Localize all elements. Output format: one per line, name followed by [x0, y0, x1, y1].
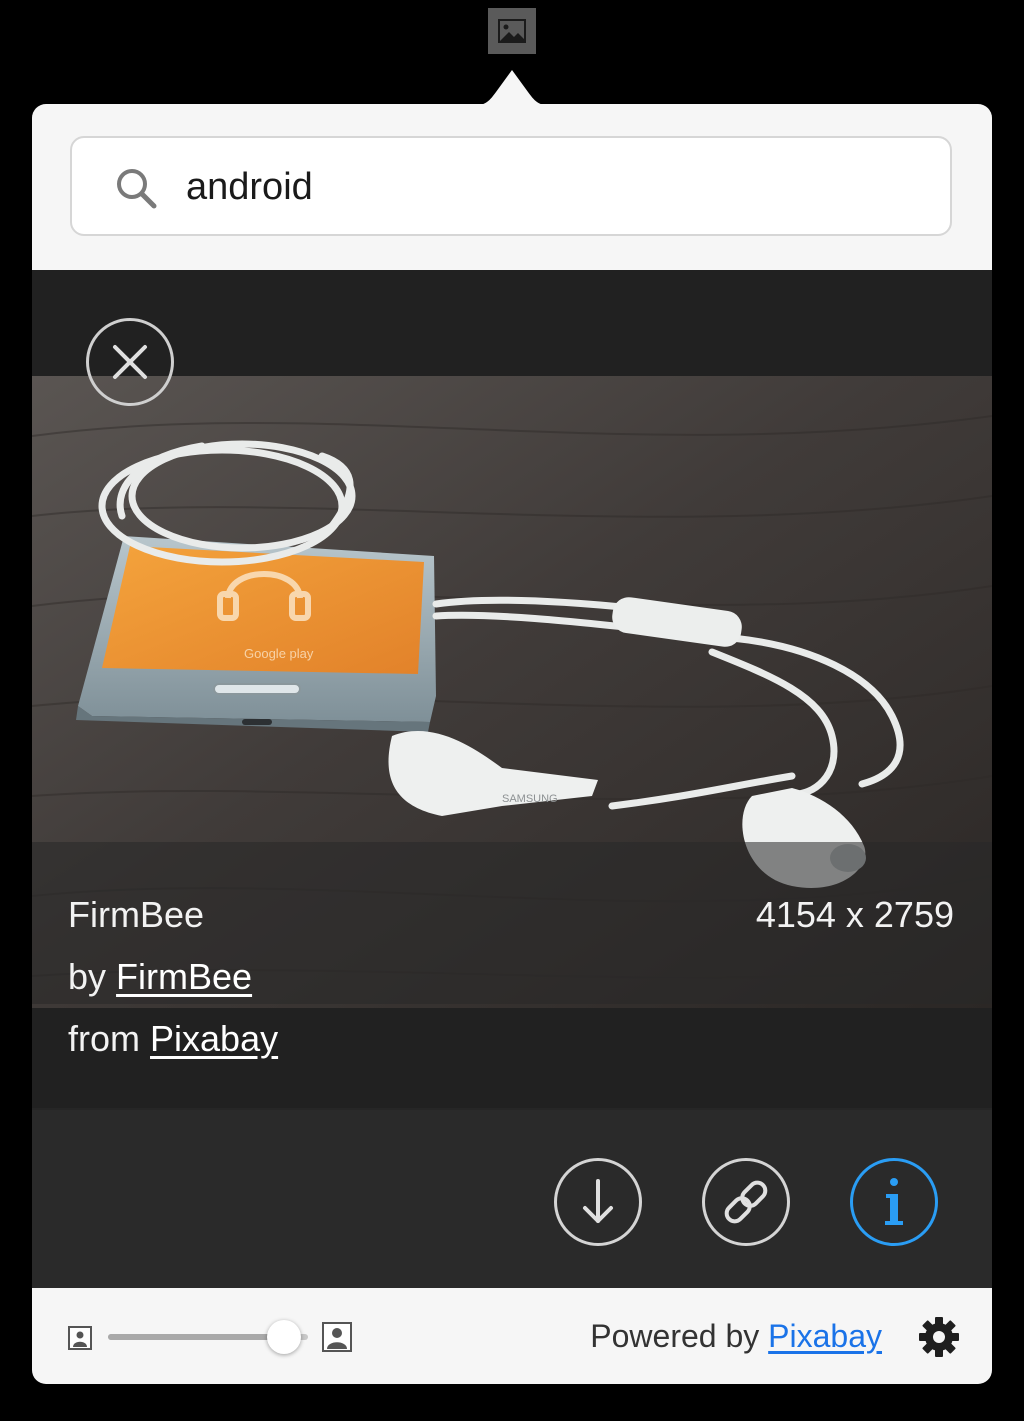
- author-prefix: by: [68, 956, 107, 997]
- image-title: FirmBee: [68, 894, 205, 935]
- gear-icon[interactable]: [918, 1316, 960, 1358]
- download-button[interactable]: [554, 1158, 642, 1246]
- popover-arrow: [472, 70, 552, 106]
- image-dimensions: 4154 x 2759: [755, 894, 954, 935]
- pixabay-link[interactable]: Pixabay: [768, 1318, 882, 1354]
- image-icon: [498, 19, 526, 43]
- image-detail-panel: Google play SAMSUNG FirmBee 4154 x 2759 …: [32, 270, 992, 1108]
- slider-thumb[interactable]: [267, 1320, 301, 1354]
- close-button[interactable]: [86, 318, 174, 406]
- close-icon: [113, 345, 147, 379]
- small-image-icon: [68, 1326, 92, 1350]
- download-icon: [583, 1179, 613, 1223]
- earbud-label: SAMSUNG: [502, 793, 558, 805]
- search-box[interactable]: [70, 136, 952, 236]
- search-input[interactable]: [184, 156, 928, 218]
- author-link[interactable]: FirmBee: [116, 956, 252, 997]
- powered-prefix: Powered by: [590, 1318, 760, 1354]
- info-button[interactable]: [850, 1158, 938, 1246]
- powered-by: Powered by Pixabay: [590, 1318, 882, 1355]
- source-line: from Pixabay: [68, 1018, 278, 1060]
- footer-bar: Powered by Pixabay: [32, 1288, 992, 1384]
- source-link[interactable]: Pixabay: [150, 1018, 278, 1059]
- copy-link-button[interactable]: [702, 1158, 790, 1246]
- slider-fill: [108, 1334, 284, 1340]
- link-icon: [724, 1180, 768, 1224]
- thumbnail-size-slider[interactable]: [108, 1320, 308, 1354]
- popover-window: Google play SAMSUNG: [32, 104, 992, 1384]
- phone-screen-text: Google play: [244, 646, 314, 661]
- info-icon: [885, 1178, 903, 1225]
- search-header: [32, 104, 992, 270]
- action-bar: [32, 1110, 992, 1288]
- large-image-icon: [322, 1322, 352, 1352]
- search-icon: [117, 169, 157, 209]
- author-line: by FirmBee: [68, 956, 252, 998]
- source-prefix: from: [68, 1018, 140, 1059]
- menubar-image-icon[interactable]: [488, 8, 536, 54]
